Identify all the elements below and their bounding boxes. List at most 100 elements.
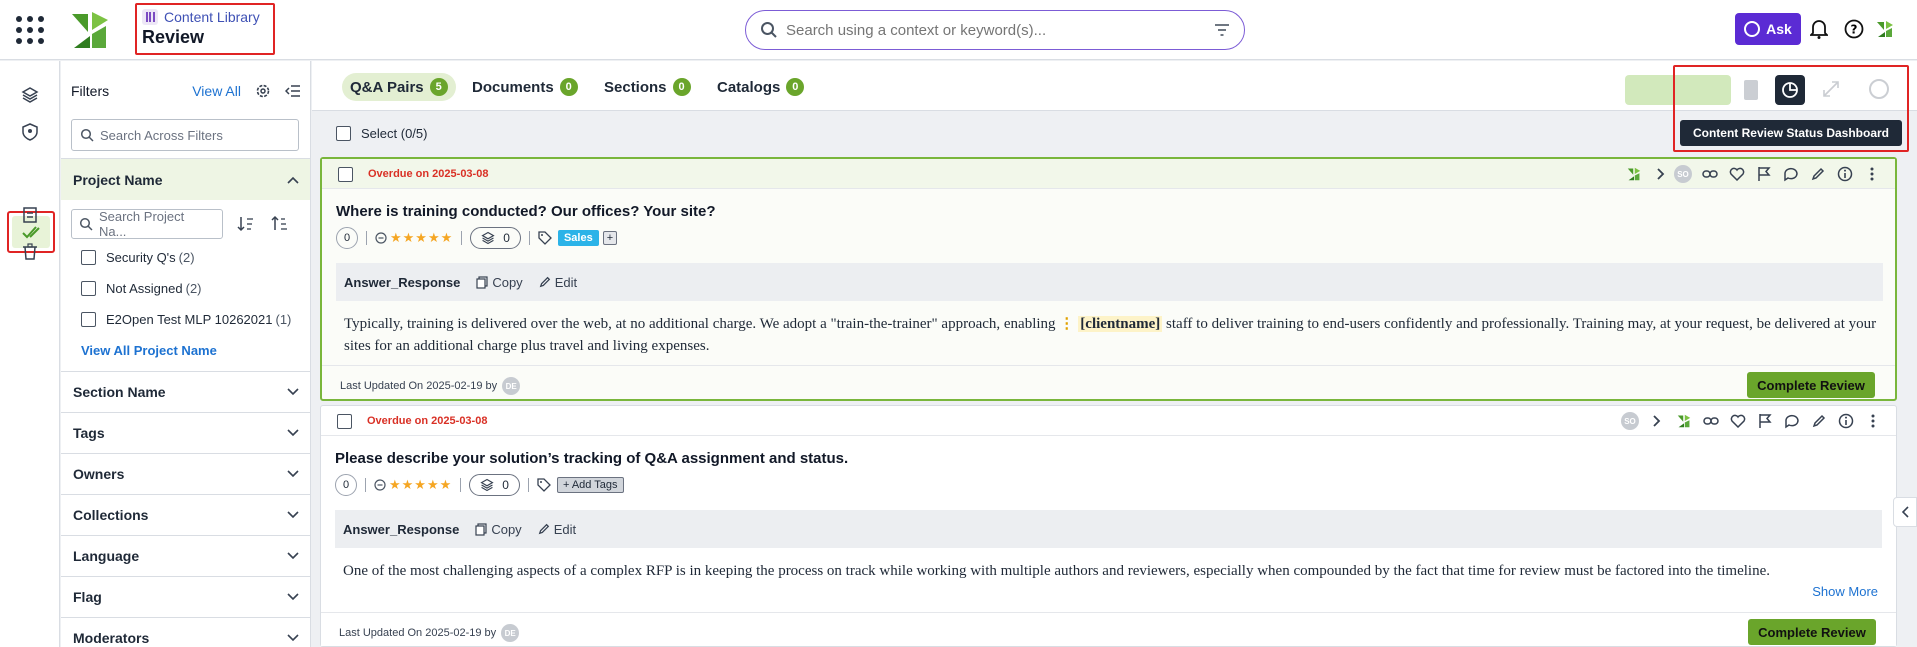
rail-list-icon[interactable] xyxy=(14,199,46,231)
filter-section-label: Section Name xyxy=(73,384,166,400)
filter-section-collections[interactable]: Collections xyxy=(61,494,310,535)
info-icon[interactable] xyxy=(1837,412,1855,430)
edit-button[interactable]: Edit xyxy=(538,522,576,537)
comment-icon[interactable] xyxy=(1782,165,1800,183)
card-meta: 0 ★★★★★ 0 + Add Tags xyxy=(335,474,624,496)
filter-section-moderators[interactable]: Moderators xyxy=(61,617,310,647)
rail-layers-icon[interactable] xyxy=(14,79,46,111)
add-tag-button[interactable]: + xyxy=(602,231,618,245)
complete-review-button[interactable]: Complete Review xyxy=(1747,372,1875,398)
side-panel-toggle[interactable] xyxy=(1893,497,1917,527)
checkbox[interactable] xyxy=(81,281,96,296)
settings-gear-icon[interactable] xyxy=(255,83,271,99)
filter-section-section-name[interactable]: Section Name xyxy=(61,371,310,412)
owner-avatar[interactable]: SO xyxy=(1674,165,1692,183)
flag-icon[interactable] xyxy=(1755,165,1773,183)
question-title[interactable]: Please describe your solution’s tracking… xyxy=(335,450,848,467)
heart-icon[interactable] xyxy=(1729,412,1747,430)
filters-search-placeholder: Search Across Filters xyxy=(100,127,223,143)
filter-icon[interactable] xyxy=(1214,23,1230,37)
rating-stars[interactable]: ★★★★★ xyxy=(390,230,453,246)
bell-icon[interactable] xyxy=(1808,18,1830,40)
sort-za-icon[interactable] xyxy=(271,215,289,233)
collapse-panel-icon[interactable] xyxy=(285,84,301,98)
view-all-project-name-link[interactable]: View All Project Name xyxy=(81,343,217,358)
breadcrumb-content-library[interactable]: Content Library xyxy=(142,9,268,25)
project-option[interactable]: Security Q's (2) xyxy=(81,250,195,265)
add-tags-button[interactable]: + Add Tags xyxy=(556,477,624,493)
tab-catalogs[interactable]: Catalogs 0 xyxy=(709,73,812,101)
collections-pill[interactable]: 0 xyxy=(469,474,520,496)
link-icon[interactable] xyxy=(1701,165,1719,183)
checkbox[interactable] xyxy=(81,312,96,327)
edit-button[interactable]: Edit xyxy=(539,275,577,290)
pencil-icon xyxy=(538,523,549,535)
filter-section-project-name[interactable]: Project Name xyxy=(61,158,310,200)
complete-review-button[interactable]: Complete Review xyxy=(1748,619,1876,645)
qa-card[interactable]: Overdue on 2025-03-08 SO Please describe… xyxy=(320,405,1897,647)
filter-section-flag[interactable]: Flag xyxy=(61,576,310,617)
rail-shield-icon[interactable] xyxy=(14,116,46,148)
owner-avatar[interactable]: SO xyxy=(1621,412,1639,430)
collections-count: 0 xyxy=(502,478,509,492)
tab-sections[interactable]: Sections 0 xyxy=(596,73,699,101)
tab-count-badge: 0 xyxy=(559,78,578,96)
layers-icon xyxy=(480,478,494,492)
last-updated: Last Updated On 2025-02-19 by DE xyxy=(340,377,521,395)
project-option[interactable]: E2Open Test MLP 10262021 (1) xyxy=(81,312,291,327)
collections-pill[interactable]: 0 xyxy=(470,227,521,249)
last-updated: Last Updated On 2025-02-19 by DE xyxy=(339,624,520,642)
flag-icon[interactable] xyxy=(1756,412,1774,430)
rail-trash-icon[interactable] xyxy=(14,236,46,268)
minus-circle-icon[interactable] xyxy=(375,232,387,244)
tag-chip[interactable]: Sales xyxy=(557,230,599,246)
card-actions: SO xyxy=(1617,412,1882,430)
ask-button[interactable]: Ask xyxy=(1735,13,1801,45)
client-name-token[interactable]: [clientname] xyxy=(1078,316,1163,332)
filter-section-owners[interactable]: Owners xyxy=(61,453,310,494)
question-title[interactable]: Where is training conducted? Our offices… xyxy=(336,203,716,220)
info-icon[interactable] xyxy=(1836,165,1854,183)
app-grid-icon[interactable] xyxy=(16,16,44,44)
brand-logo[interactable] xyxy=(70,10,110,50)
filter-section-label: Moderators xyxy=(73,630,150,646)
project-search-input[interactable]: Search Project Na... xyxy=(71,209,223,239)
sort-az-icon[interactable] xyxy=(237,215,255,233)
project-option[interactable]: Not Assigned (2) xyxy=(81,281,202,296)
edit-label: Edit xyxy=(553,521,577,537)
card-top-bar: Overdue on 2025-03-08 SO xyxy=(322,159,1895,189)
rating-stars[interactable]: ★★★★★ xyxy=(389,477,452,493)
filter-section-tags[interactable]: Tags xyxy=(61,412,310,453)
minus-circle-icon[interactable] xyxy=(374,479,386,491)
filters-header: Filters View All xyxy=(71,81,301,101)
filter-section-label: Owners xyxy=(73,466,125,482)
brand-mini-icon[interactable] xyxy=(1874,18,1896,40)
filters-view-all-link[interactable]: View All xyxy=(192,83,241,99)
card-checkbox[interactable] xyxy=(338,167,353,182)
help-icon[interactable]: ? xyxy=(1843,18,1865,40)
more-vertical-icon[interactable] xyxy=(1864,412,1882,430)
page-title: Review xyxy=(142,27,205,47)
select-all-checkbox[interactable] xyxy=(336,126,351,141)
comment-icon[interactable] xyxy=(1783,412,1801,430)
global-search[interactable] xyxy=(745,10,1245,50)
filters-search-input[interactable]: Search Across Filters xyxy=(71,119,299,151)
pencil-icon[interactable] xyxy=(1809,165,1827,183)
global-search-input[interactable] xyxy=(786,21,1214,39)
copy-button[interactable]: Copy xyxy=(475,522,522,537)
pencil-icon[interactable] xyxy=(1810,412,1828,430)
edit-label: Edit xyxy=(554,274,578,290)
select-all-row[interactable]: Select (0/5) xyxy=(336,126,427,141)
more-vertical-icon[interactable] xyxy=(1863,165,1881,183)
qa-card[interactable]: Overdue on 2025-03-08 SO Where is traini… xyxy=(320,157,1897,401)
heart-icon[interactable] xyxy=(1728,165,1746,183)
filter-section-language[interactable]: Language xyxy=(61,535,310,576)
tab-documents[interactable]: Documents 0 xyxy=(464,73,586,101)
link-icon[interactable] xyxy=(1702,412,1720,430)
checkbox[interactable] xyxy=(81,250,96,265)
top-header: Content Library Review Ask ? xyxy=(0,0,1917,60)
tab-qa-pairs[interactable]: Q&A Pairs 5 xyxy=(342,73,456,101)
show-more-link[interactable]: Show More xyxy=(1812,584,1878,599)
copy-button[interactable]: Copy xyxy=(476,275,523,290)
card-checkbox[interactable] xyxy=(337,414,352,429)
